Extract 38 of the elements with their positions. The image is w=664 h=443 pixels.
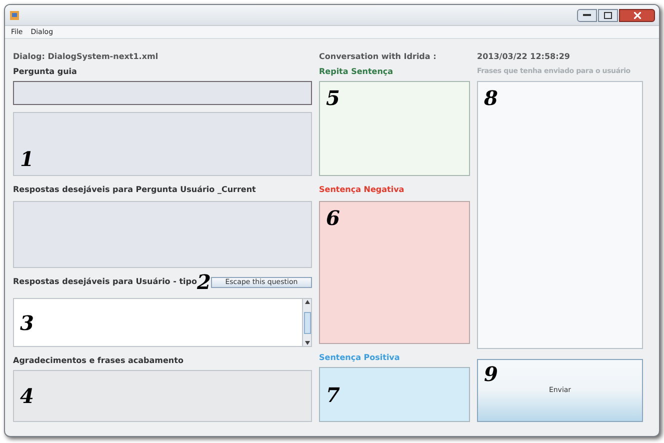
maximize-icon [604, 12, 612, 18]
question-field[interactable] [13, 81, 312, 105]
number-annotation: 8 [484, 86, 498, 110]
section-label: Conversation with Idrida : [319, 52, 436, 60]
section-label: Dialog: DialogSystem-next1.xml [13, 52, 158, 60]
scroll-up-icon[interactable] [304, 300, 310, 304]
section-label: Pergunta guia [13, 68, 77, 76]
scroll-down-icon[interactable] [304, 341, 310, 345]
section-label: Sentença Negativa [319, 186, 404, 194]
question-text-area[interactable]: 1 [13, 112, 312, 176]
number-annotation: 6 [326, 206, 340, 230]
number-annotation: 3 [20, 312, 34, 332]
scrollbar[interactable] [302, 299, 311, 346]
sent-sentences-area[interactable]: 8 [477, 81, 643, 349]
minimize-button[interactable] [577, 8, 597, 22]
maximize-button[interactable] [598, 8, 618, 22]
number-annotation: 2 [196, 272, 211, 292]
section-label: Respostas desejáveis para Pergunta Usuário _Current [13, 186, 256, 194]
thanks-text-area[interactable]: 4 [13, 370, 312, 422]
number-annotation: 4 [20, 386, 34, 406]
section-label: Repita Sentença [319, 68, 394, 76]
number-annotation: 1 [20, 149, 34, 169]
scroll-thumb[interactable] [304, 312, 310, 334]
section-label: Sentença Positiva [319, 354, 400, 362]
section-label: Agradecimentos e frases acabamento [13, 356, 184, 364]
number-annotation: 5 [326, 86, 340, 110]
negative-sentence-area[interactable]: 6 [319, 201, 470, 344]
minimize-icon [583, 14, 591, 16]
close-button[interactable] [619, 8, 655, 22]
repeat-sentence-area[interactable]: 5 [319, 81, 470, 176]
close-icon [634, 12, 640, 18]
section-label: 2013/03/22 12:58:29 [477, 52, 570, 60]
answer-list[interactable]: 3 [13, 298, 312, 347]
number-annotation: 7 [326, 384, 340, 404]
number-annotation: 9 [484, 362, 498, 386]
section-label: Respostas desejáveis para Usuário - tipo [13, 276, 197, 288]
positive-sentence-area[interactable]: 7 [319, 367, 470, 422]
java-app-icon [9, 10, 20, 20]
